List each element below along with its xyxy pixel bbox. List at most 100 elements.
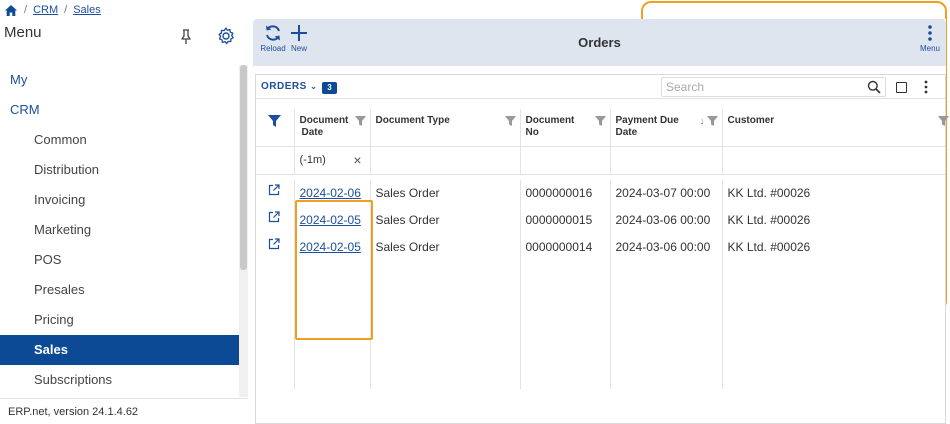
orders-table: Document Date Document Type Document No	[256, 109, 949, 389]
filter-cell-document-no[interactable]	[520, 146, 611, 175]
sidebar: Menu My CRM Common Distribution Invoicin…	[0, 20, 248, 424]
sort-descending-icon[interactable]: ↓	[700, 116, 705, 128]
sidebar-item-common[interactable]: Common	[0, 125, 239, 155]
orders-grid: ORDERS ⌄ 3 Search Document Date Document…	[255, 74, 949, 424]
cell-payment-due-date: 2024-03-06 00:00	[610, 234, 723, 261]
grid-title-dropdown[interactable]: ORDERS ⌄	[261, 81, 318, 92]
column-header-row: Document Date Document Type Document No	[256, 109, 949, 147]
table-row[interactable]: 2024-02-05 Sales Order 0000000014 2024-0…	[256, 234, 945, 261]
clear-filter-icon[interactable]: ×	[353, 152, 361, 168]
sidebar-scrollbar[interactable]	[239, 65, 248, 397]
menu-label: Menu	[919, 44, 940, 53]
select-all-checkbox[interactable]	[896, 82, 907, 93]
column-customer[interactable]: Customer	[722, 109, 949, 147]
open-external-icon[interactable]	[268, 238, 280, 250]
column-payment-due-date[interactable]: Payment Due Date ↓	[610, 109, 723, 147]
open-row-cell[interactable]	[256, 207, 295, 234]
cell-customer: KK Ltd. #00026	[727, 240, 811, 254]
filter-toggle-header[interactable]	[256, 109, 295, 147]
pin-icon[interactable]	[178, 28, 194, 46]
cell-document-type: Sales Order	[370, 207, 521, 234]
filter-icon[interactable]	[594, 116, 606, 126]
grid-title: ORDERS	[261, 81, 307, 92]
menu-button[interactable]: Menu	[913, 23, 947, 63]
column-document-no[interactable]: Document No	[520, 109, 611, 147]
kebab-menu-icon	[928, 25, 932, 41]
cell-document-no: 0000000015	[520, 207, 611, 234]
column-document-date-line2: Date	[301, 127, 324, 138]
filter-cell-customer[interactable]	[722, 146, 945, 175]
home-icon[interactable]	[4, 3, 18, 17]
filter-icon[interactable]	[938, 116, 949, 126]
column-payment-due-line2: Date	[615, 127, 638, 138]
column-document-type-label: Document Type	[375, 115, 450, 126]
table-row[interactable]: 2024-02-06 Sales Order 0000000016 2024-0…	[256, 180, 945, 207]
column-document-no-line1: Document	[525, 115, 575, 126]
cell-payment-due-date: 2024-03-07 00:00	[610, 180, 723, 207]
cell-document-date[interactable]: 2024-02-06	[294, 180, 371, 207]
chevron-down-icon: ⌄	[309, 81, 318, 91]
cell-document-date[interactable]: 2024-02-05	[294, 234, 371, 261]
column-document-date[interactable]: Document Date	[294, 109, 371, 147]
breadcrumb-crm-link[interactable]: CRM	[33, 4, 58, 16]
open-row-cell[interactable]	[256, 180, 295, 207]
cell-customer: KK Ltd. #00026	[727, 186, 811, 200]
filter-icon[interactable]	[354, 116, 366, 126]
filter-active-icon[interactable]	[268, 115, 281, 127]
search-input[interactable]	[662, 78, 862, 96]
breadcrumb: / CRM / Sales	[4, 2, 101, 18]
document-date-link[interactable]: 2024-02-05	[300, 213, 361, 227]
sidebar-item-presales[interactable]: Presales	[0, 275, 239, 305]
cell-document-type: Sales Order	[370, 180, 521, 207]
date-filter-value: (-1m)	[299, 154, 326, 166]
open-external-icon[interactable]	[268, 184, 280, 196]
toolbar: Reload New Orders Menu	[253, 19, 946, 66]
sidebar-item-my[interactable]: My	[0, 65, 239, 95]
sidebar-item-subscriptions[interactable]: Subscriptions	[0, 365, 239, 395]
document-date-link[interactable]: 2024-02-05	[300, 240, 361, 254]
breadcrumb-sales-link[interactable]: Sales	[73, 4, 101, 16]
row-count-badge: 3	[322, 82, 337, 94]
open-external-icon[interactable]	[268, 211, 280, 223]
search-box	[661, 77, 886, 97]
filter-cell-document-date[interactable]: (-1m) ×	[294, 146, 371, 175]
search-icon[interactable]	[867, 80, 881, 94]
filter-cell-document-type[interactable]	[370, 146, 521, 175]
sidebar-scrollbar-thumb[interactable]	[240, 65, 247, 270]
cell-document-no: 0000000014	[520, 234, 611, 261]
gear-icon[interactable]	[216, 26, 236, 46]
main-panel: Reload New Orders Menu ORDERS ⌄ 3 Search…	[253, 19, 949, 424]
column-customer-label: Customer	[727, 115, 775, 126]
filter-row: (-1m) ×	[256, 146, 945, 175]
sidebar-item-invoicing[interactable]: Invoicing	[0, 185, 239, 215]
table-row[interactable]: 2024-02-05 Sales Order 0000000015 2024-0…	[256, 207, 945, 234]
filter-cell-payment-due[interactable]	[610, 146, 723, 175]
page-title: Orders	[578, 35, 621, 50]
sidebar-item-crm[interactable]: CRM	[0, 95, 239, 125]
sidebar-item-pos[interactable]: POS	[0, 245, 239, 275]
filter-cell-empty	[256, 146, 295, 175]
cell-document-date[interactable]: 2024-02-05	[294, 207, 371, 234]
sidebar-item-marketing[interactable]: Marketing	[0, 215, 239, 245]
breadcrumb-separator: /	[64, 4, 68, 16]
sidebar-item-sales[interactable]: Sales	[0, 335, 239, 365]
empty-grid-area	[256, 261, 945, 389]
grid-header-bar: ORDERS ⌄ 3	[256, 75, 945, 99]
column-document-type[interactable]: Document Type	[370, 109, 521, 147]
cell-payment-due-date: 2024-03-06 00:00	[610, 207, 723, 234]
cell-document-type: Sales Order	[370, 234, 521, 261]
column-document-no-line2: No	[525, 127, 539, 138]
sidebar-item-pricing[interactable]: Pricing	[0, 305, 239, 335]
version-footer: ERP.net, version 24.1.4.62	[0, 398, 248, 424]
cell-customer: KK Ltd. #00026	[727, 213, 811, 227]
breadcrumb-separator: /	[24, 4, 28, 16]
sidebar-menu: My CRM Common Distribution Invoicing Mar…	[0, 65, 239, 395]
filter-icon[interactable]	[706, 116, 718, 126]
grid-more-icon[interactable]	[919, 79, 933, 95]
cell-document-no: 0000000016	[520, 180, 611, 207]
sidebar-item-distribution[interactable]: Distribution	[0, 155, 239, 185]
open-row-cell[interactable]	[256, 234, 295, 261]
filter-icon[interactable]	[504, 116, 516, 126]
document-date-link[interactable]: 2024-02-06	[300, 186, 361, 200]
sidebar-title: Menu	[4, 24, 42, 41]
